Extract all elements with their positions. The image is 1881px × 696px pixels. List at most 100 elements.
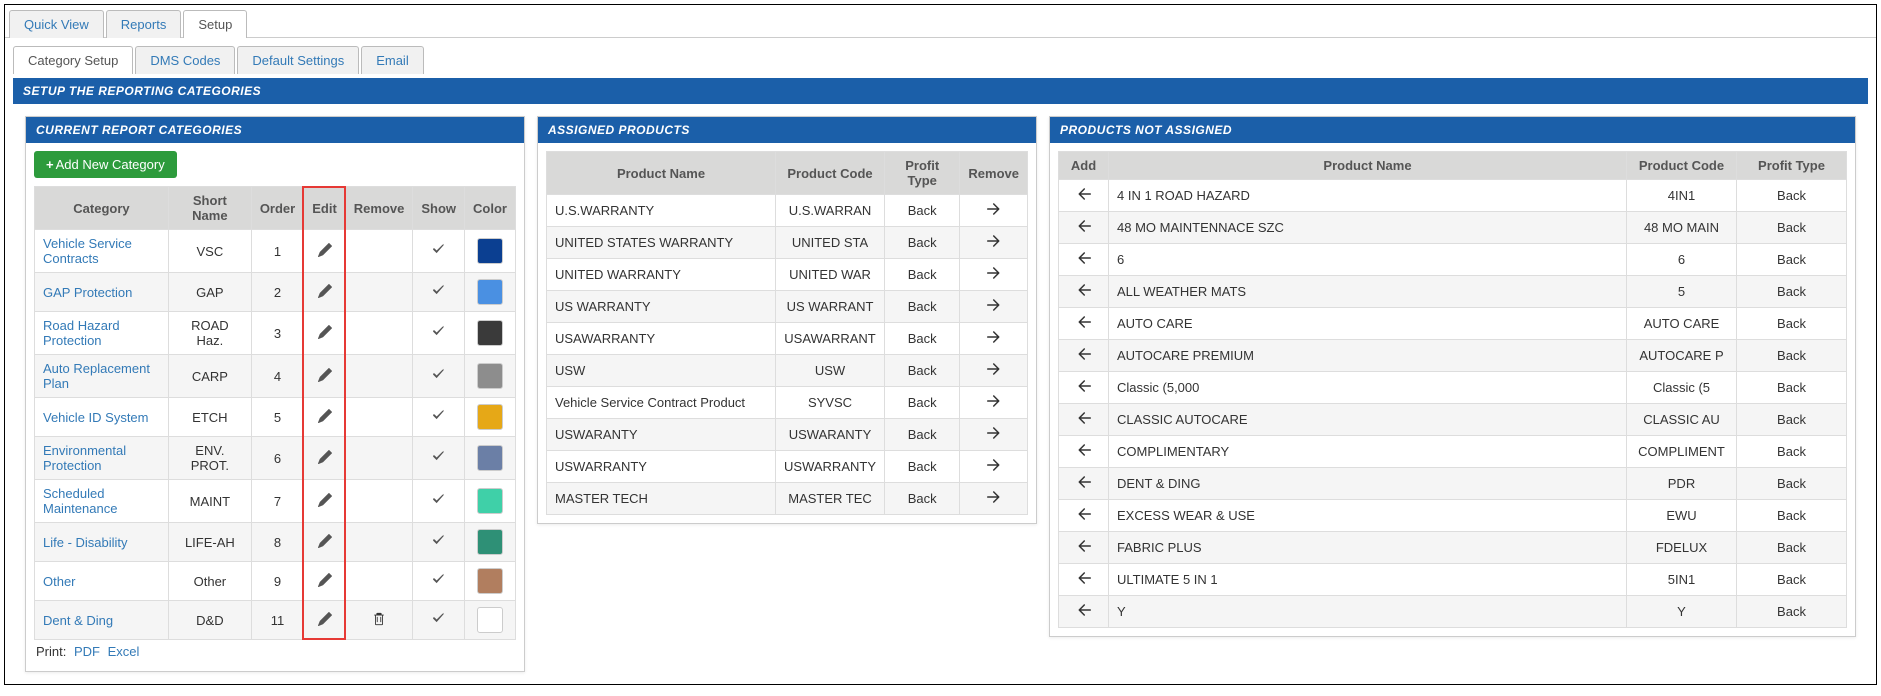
assigned-row: USAWARRANTYUSAWARRANTBack [547,323,1028,355]
show-cell [413,355,465,398]
color-cell [465,437,516,480]
sub-tab-dms-codes[interactable]: DMS Codes [135,46,235,74]
pencil-icon[interactable] [318,534,332,548]
assigned-name: U.S.WARRANTY [547,195,776,227]
arrow-left-icon[interactable] [1076,314,1092,330]
add-category-button[interactable]: + Add New Category [34,151,177,178]
unassigned-name: EXCESS WEAR & USE [1109,500,1627,532]
unassigned-panel-title: PRODUCTS NOT ASSIGNED [1050,117,1855,143]
unassigned-name: ALL WEATHER MATS [1109,276,1627,308]
arrow-left-icon[interactable] [1076,218,1092,234]
category-row: Life - DisabilityLIFE-AH8 [35,523,516,562]
arrow-right-icon[interactable] [986,457,1002,473]
show-cell [413,273,465,312]
arrow-left-icon[interactable] [1076,346,1092,362]
col-category: Category [35,187,169,230]
arrow-right-icon[interactable] [986,265,1002,281]
category-row: GAP ProtectionGAP2 [35,273,516,312]
sub-tab-default-settings[interactable]: Default Settings [237,46,359,74]
pencil-icon[interactable] [318,243,332,257]
unassigned-code: COMPLIMENT [1627,436,1737,468]
arrow-right-icon[interactable] [986,233,1002,249]
edit-cell [304,523,346,562]
unassigned-profit: Back [1737,308,1847,340]
category-link[interactable]: Dent & Ding [43,613,113,628]
edit-cell [304,398,346,437]
sub-tab-category-setup[interactable]: Category Setup [13,46,133,74]
remove-cell [345,312,413,355]
arrow-left-icon[interactable] [1076,378,1092,394]
pencil-icon[interactable] [318,368,332,382]
top-tab-setup[interactable]: Setup [183,10,247,38]
col-show: Show [413,187,465,230]
trash-icon[interactable] [372,612,386,626]
color-cell [465,355,516,398]
category-link[interactable]: GAP Protection [43,285,132,300]
category-link[interactable]: Environmental Protection [43,443,126,473]
category-link[interactable]: Scheduled Maintenance [43,486,117,516]
category-link[interactable]: Road Hazard Protection [43,318,120,348]
category-link[interactable]: Other [43,574,76,589]
arrow-right-icon[interactable] [986,393,1002,409]
arrow-right-icon[interactable] [986,329,1002,345]
assigned-profit: Back [885,195,960,227]
unassigned-profit: Back [1737,436,1847,468]
arrow-left-icon[interactable] [1076,410,1092,426]
print-pdf-link[interactable]: PDF [74,644,100,659]
assigned-table: Product Name Product Code Profit Type Re… [546,151,1028,515]
unassigned-name: CLASSIC AUTOCARE [1109,404,1627,436]
pencil-icon[interactable] [318,450,332,464]
category-short: ENV. PROT. [168,437,251,480]
pencil-icon[interactable] [318,284,332,298]
arrow-left-icon[interactable] [1076,442,1092,458]
unassigned-name: AUTOCARE PREMIUM [1109,340,1627,372]
arrow-left-icon[interactable] [1076,474,1092,490]
assigned-profit: Back [885,259,960,291]
top-tab-reports[interactable]: Reports [106,10,182,38]
unassigned-panel: PRODUCTS NOT ASSIGNED Add Product Name P… [1049,116,1856,637]
top-tab-quick-view[interactable]: Quick View [9,10,104,38]
show-cell [413,480,465,523]
col-edit: Edit [304,187,346,230]
category-link[interactable]: Auto Replacement Plan [43,361,150,391]
arrow-left-icon[interactable] [1076,282,1092,298]
pencil-icon[interactable] [318,612,332,626]
check-icon [431,367,446,382]
pencil-icon[interactable] [318,409,332,423]
category-order: 6 [251,437,303,480]
assigned-profit: Back [885,451,960,483]
pencil-icon[interactable] [318,493,332,507]
arrow-left-icon[interactable] [1076,250,1092,266]
show-cell [413,398,465,437]
plus-icon: + [46,157,54,172]
assigned-profit: Back [885,355,960,387]
arrow-left-icon[interactable] [1076,602,1092,618]
arrow-left-icon[interactable] [1076,186,1092,202]
color-cell [465,398,516,437]
col-product-code: Product Code [776,152,885,195]
unassigned-row: 48 MO MAINTENNACE SZC48 MO MAINBack [1059,212,1847,244]
category-link[interactable]: Vehicle Service Contracts [43,236,132,266]
arrow-right-icon[interactable] [986,425,1002,441]
pencil-icon[interactable] [318,573,332,587]
arrow-right-icon[interactable] [986,489,1002,505]
category-row: Dent & DingD&D11 [35,601,516,640]
print-excel-link[interactable]: Excel [108,644,140,659]
sub-tab-email[interactable]: Email [361,46,424,74]
category-link[interactable]: Vehicle ID System [43,410,149,425]
arrow-right-icon[interactable] [986,297,1002,313]
arrow-left-icon[interactable] [1076,570,1092,586]
color-cell [465,601,516,640]
category-short: MAINT [168,480,251,523]
assigned-name: MASTER TECH [547,483,776,515]
arrow-right-icon[interactable] [986,361,1002,377]
arrow-left-icon[interactable] [1076,538,1092,554]
assigned-name: USWARRANTY [547,451,776,483]
color-cell [465,480,516,523]
arrow-right-icon[interactable] [986,201,1002,217]
pencil-icon[interactable] [318,325,332,339]
arrow-left-icon[interactable] [1076,506,1092,522]
assigned-name: Vehicle Service Contract Product [547,387,776,419]
print-label: Print: [36,644,66,659]
category-link[interactable]: Life - Disability [43,535,128,550]
